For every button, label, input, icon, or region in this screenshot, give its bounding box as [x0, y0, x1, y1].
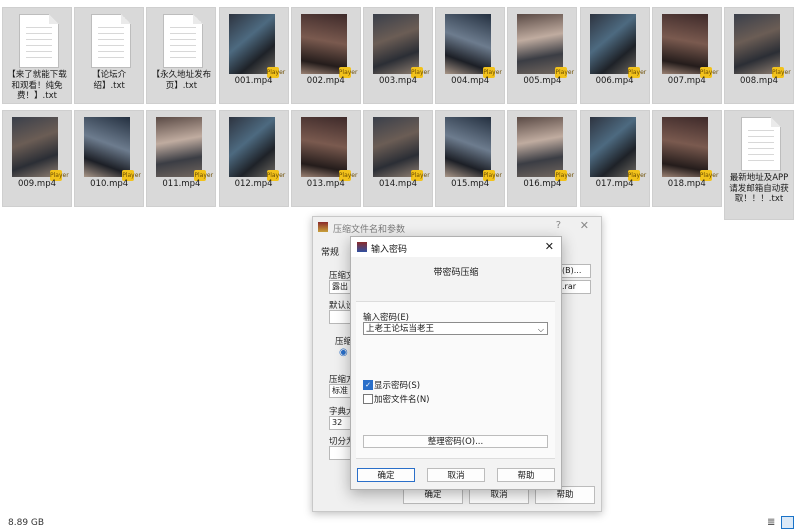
video-thumbnail: Player — [12, 117, 69, 181]
video-file-item[interactable]: Player 018.mp4 — [651, 110, 722, 207]
winrar-icon — [357, 242, 367, 252]
file-name: 【论坛介绍】.txt — [92, 70, 127, 91]
video-file-item[interactable]: Player 005.mp4 — [507, 7, 578, 104]
video-thumbnail: Player — [300, 14, 357, 78]
text-file-item[interactable]: 最新地址及APP请发邮箱自动获取！！！.txt — [724, 110, 794, 220]
text-document-icon — [741, 117, 781, 171]
selection-size: 8.89 GB — [8, 518, 45, 528]
video-file-item[interactable]: Player 012.mp4 — [218, 110, 289, 207]
video-file-item[interactable]: Player 009.mp4 — [2, 110, 72, 207]
file-name: 005.mp4 — [523, 76, 562, 86]
file-name: 【来了就能下载和观看！纯免费！】.txt — [7, 70, 67, 101]
file-name: 007.mp4 — [667, 76, 706, 86]
video-file-item[interactable]: Player 017.mp4 — [579, 110, 650, 207]
video-file-item[interactable]: Player 015.mp4 — [435, 110, 506, 207]
details-view-icon[interactable]: ≣ — [767, 517, 778, 528]
browse-button[interactable]: (B)... — [559, 264, 591, 278]
text-file-item[interactable]: 【论坛介绍】.txt — [74, 7, 145, 104]
close-button[interactable]: ✕ — [580, 219, 589, 232]
file-name: 006.mp4 — [595, 76, 634, 86]
video-file-item[interactable]: Player 010.mp4 — [74, 110, 145, 207]
video-file-item[interactable]: Player 011.mp4 — [146, 110, 217, 207]
video-thumbnail: Player — [517, 117, 574, 181]
video-file-item[interactable]: Player 008.mp4 — [724, 7, 794, 104]
chevron-down-icon[interactable]: ⌵ — [538, 323, 544, 336]
file-name: 001.mp4 — [234, 76, 273, 86]
video-thumbnail: Player — [589, 117, 646, 181]
video-thumbnail: Player — [84, 117, 141, 181]
video-file-item[interactable]: Player 014.mp4 — [363, 110, 433, 207]
video-thumbnail: Player — [517, 14, 574, 78]
file-name: 017.mp4 — [595, 179, 634, 189]
format-radio[interactable]: ◉ — [339, 347, 348, 358]
file-name: 013.mp4 — [306, 179, 345, 189]
video-file-item[interactable]: Player 006.mp4 — [579, 7, 650, 104]
encrypt-filenames-checkbox[interactable] — [363, 394, 373, 404]
file-name: 002.mp4 — [306, 76, 345, 86]
encrypt-filenames-label: 加密文件名(N) — [374, 395, 430, 405]
file-name: 【永久地址发布页】.txt — [151, 70, 212, 91]
video-thumbnail: Player — [228, 117, 285, 181]
video-thumbnail: Player — [300, 117, 357, 181]
video-thumbnail: Player — [228, 14, 285, 78]
video-thumbnail: Player — [734, 14, 791, 78]
close-button[interactable]: ✕ — [545, 240, 554, 253]
file-name: 015.mp4 — [451, 179, 490, 189]
video-file-item[interactable]: Player 016.mp4 — [507, 110, 578, 207]
show-password-checkbox[interactable]: ✓ — [363, 380, 373, 390]
dialog-title: 压缩文件名和参数 — [333, 225, 406, 235]
video-file-item[interactable]: Player 013.mp4 — [290, 110, 361, 207]
help-title-button[interactable]: ? — [556, 220, 561, 231]
video-thumbnail: Player — [156, 117, 213, 181]
help-button[interactable]: 帮助 — [497, 468, 555, 482]
ok-button[interactable]: 确定 — [357, 468, 415, 482]
video-thumbnail: Player — [661, 14, 718, 78]
file-name: 014.mp4 — [378, 179, 417, 189]
video-file-item[interactable]: Player 002.mp4 — [290, 7, 361, 104]
show-password-label: 显示密码(S) — [374, 381, 421, 391]
text-file-item[interactable]: 【来了就能下载和观看！纯免费！】.txt — [2, 7, 72, 104]
text-document-icon — [91, 14, 132, 68]
password-dialog: 输入密码 ✕ 带密码压缩 输入密码(E) 上老王论坛当老王 ⌵ ✓ 显示密码(S… — [350, 236, 562, 490]
video-thumbnail: Player — [589, 14, 646, 78]
password-input[interactable]: 上老王论坛当老王 ⌵ — [363, 322, 548, 335]
file-name: 018.mp4 — [667, 179, 706, 189]
file-name: 最新地址及APP请发邮箱自动获取！！！.txt — [729, 173, 789, 204]
tab-general[interactable]: 常规 — [321, 245, 339, 258]
file-name: 010.mp4 — [90, 179, 129, 189]
video-thumbnail: Player — [373, 117, 430, 181]
file-name: 012.mp4 — [234, 179, 273, 189]
organize-passwords-button[interactable]: 整理密码(O)... — [363, 435, 548, 448]
winrar-icon — [318, 222, 328, 232]
file-name: 004.mp4 — [451, 76, 490, 86]
password-value: 上老王论坛当老王 — [366, 324, 435, 334]
dialog-heading: 带密码压缩 — [433, 268, 479, 278]
text-document-icon — [19, 14, 59, 68]
status-bar: 8.89 GB ≣ — [0, 515, 800, 531]
file-name: 009.mp4 — [17, 179, 56, 189]
thumbnail-view-icon[interactable] — [781, 516, 794, 529]
video-file-item[interactable]: Player 007.mp4 — [651, 7, 722, 104]
text-document-icon — [163, 14, 204, 68]
video-thumbnail: Player — [373, 14, 430, 78]
video-file-item[interactable]: Player 004.mp4 — [435, 7, 506, 104]
video-thumbnail: Player — [445, 14, 502, 78]
video-file-item[interactable]: Player 001.mp4 — [218, 7, 289, 104]
file-name: 008.mp4 — [739, 76, 778, 86]
file-name: 016.mp4 — [523, 179, 562, 189]
ext-select[interactable]: .rar — [559, 280, 591, 294]
dialog-title: 输入密码 — [371, 245, 408, 255]
file-name: 003.mp4 — [378, 76, 417, 86]
cancel-button[interactable]: 取消 — [427, 468, 485, 482]
video-thumbnail: Player — [445, 117, 502, 181]
video-file-item[interactable]: Player 003.mp4 — [363, 7, 433, 104]
video-thumbnail: Player — [661, 117, 718, 181]
text-file-item[interactable]: 【永久地址发布页】.txt — [146, 7, 217, 104]
file-name: 011.mp4 — [162, 179, 201, 189]
